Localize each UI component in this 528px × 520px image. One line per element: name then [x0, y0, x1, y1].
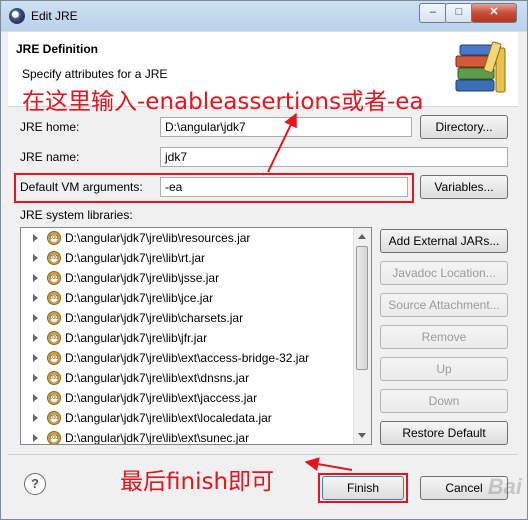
- arrow-to-finish: [304, 457, 353, 472]
- annotation-arrows: [267, 112, 353, 472]
- arrow-to-vm-args: [267, 112, 297, 173]
